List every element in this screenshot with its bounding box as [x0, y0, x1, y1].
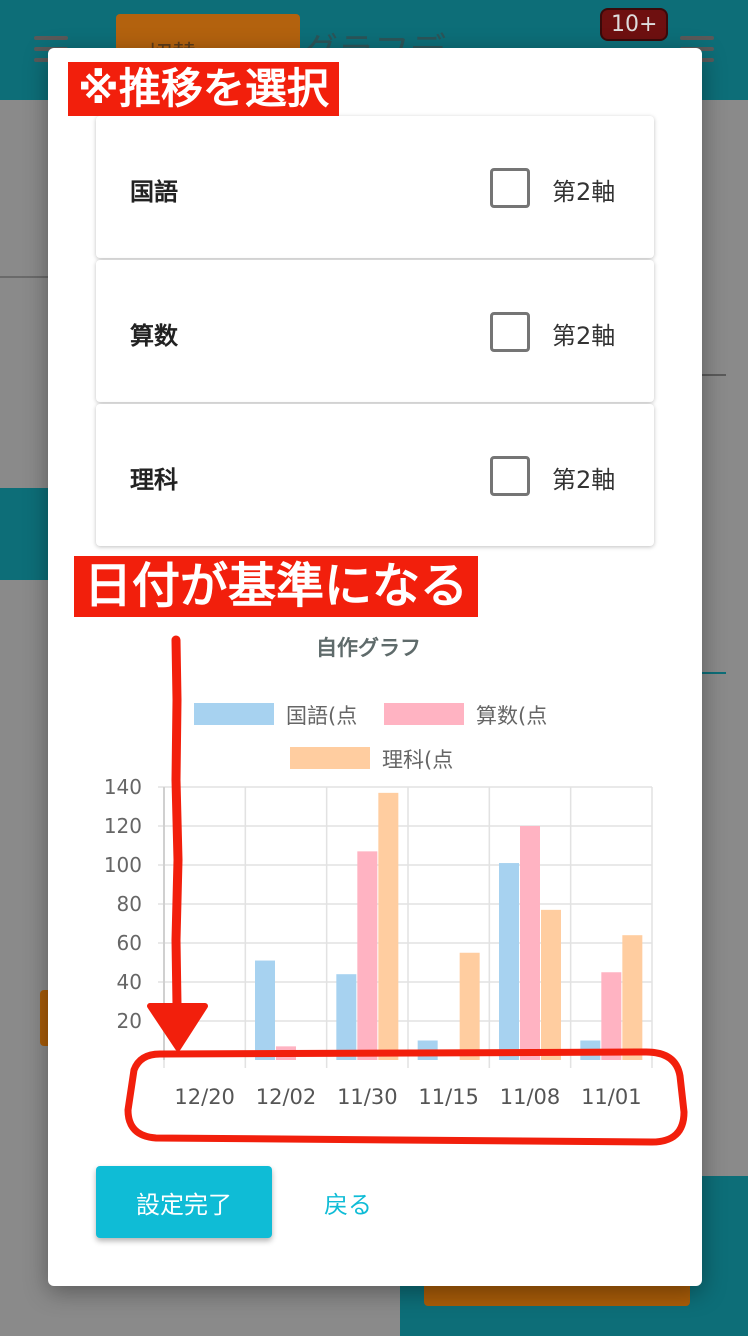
x-tick-label: 11/30: [337, 1085, 398, 1109]
chart-bar: [601, 972, 622, 1060]
y-tick-label: 40: [117, 970, 142, 994]
chart-bar: [520, 826, 540, 1060]
x-tick-label: 11/08: [500, 1085, 561, 1109]
x-tick-label: 11/15: [418, 1085, 479, 1109]
annotation-label-date-basis: 日付が基準になる: [74, 556, 479, 617]
back-button[interactable]: 戻る: [300, 1166, 396, 1238]
x-tick-label: 12/02: [256, 1085, 317, 1109]
x-tick-label: 12/20: [174, 1085, 235, 1109]
bar-chart: 20 40 60 80 100 120 140 12/20 12/02 11/30 11/15 11/…: [104, 775, 653, 1109]
y-tick-label: 80: [117, 892, 142, 916]
settings-done-button[interactable]: 設定完了: [96, 1166, 272, 1238]
y-tick-label: 20: [117, 1009, 142, 1033]
chart-bar: [459, 952, 480, 1060]
annotation-label-select-trend: ※推移を選択: [68, 62, 339, 117]
y-tick-label: 100: [104, 853, 142, 877]
chart-bar: [541, 909, 561, 1060]
y-tick-label: 120: [104, 814, 142, 838]
chart-bar: [378, 792, 399, 1060]
chart-bar: [417, 1040, 438, 1060]
chart-bar: [580, 1040, 601, 1060]
chart-bar: [336, 974, 357, 1060]
chart-bar: [499, 863, 519, 1060]
x-tick-label: 11/01: [581, 1085, 642, 1109]
chart-bar: [255, 960, 275, 1060]
y-tick-label: 140: [104, 775, 142, 799]
chart-bar: [622, 935, 643, 1060]
chart-bar: [276, 1046, 296, 1060]
chart-bar: [357, 851, 378, 1060]
y-tick-label: 60: [117, 931, 142, 955]
